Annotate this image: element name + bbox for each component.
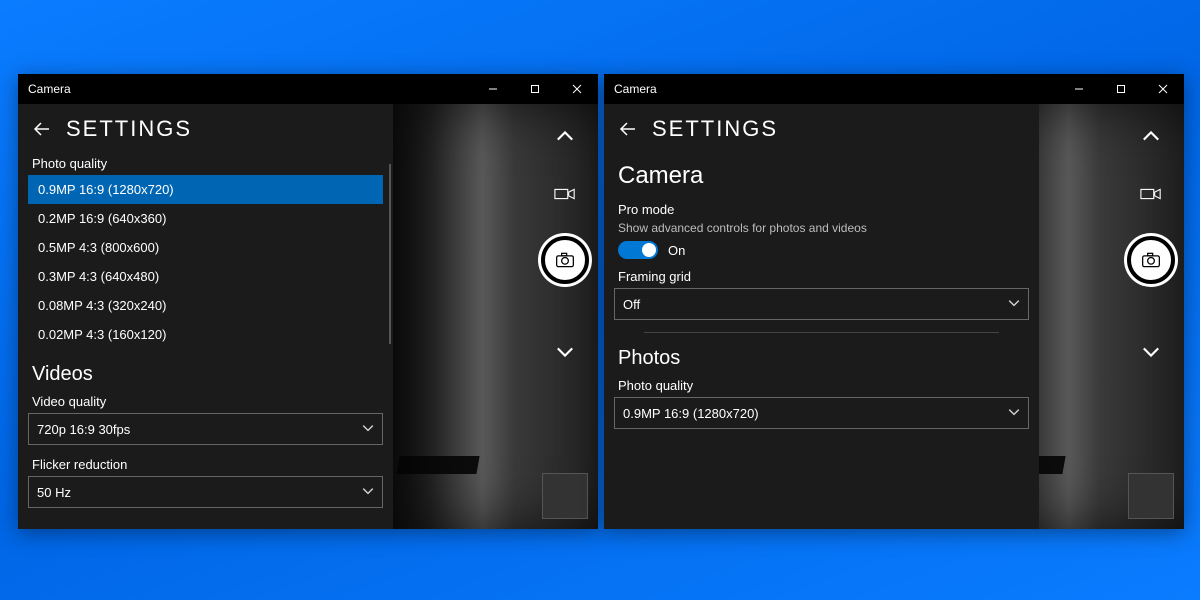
maximize-button[interactable]	[514, 74, 556, 104]
window-controls	[472, 74, 598, 104]
photo-quality-label: Photo quality	[32, 156, 383, 171]
video-mode-icon[interactable]	[1131, 174, 1171, 214]
section-divider	[644, 332, 999, 333]
titlebar: Camera	[18, 74, 598, 104]
photo-quality-option[interactable]: 0.5MP 4:3 (800x600)	[28, 233, 383, 262]
framing-grid-dropdown[interactable]: Off	[614, 288, 1029, 320]
photo-quality-option[interactable]: 0.02MP 4:3 (160x120)	[28, 320, 383, 349]
videos-heading: Videos	[32, 363, 383, 386]
flicker-reduction-dropdown[interactable]: 50 Hz	[28, 476, 383, 508]
pro-mode-state: On	[668, 243, 685, 258]
titlebar: Camera	[604, 74, 1184, 104]
chevron-down-icon[interactable]	[1131, 332, 1171, 372]
photo-quality-label: Photo quality	[618, 378, 1029, 393]
last-capture-thumbnail[interactable]	[542, 473, 588, 519]
pro-mode-toggle[interactable]	[618, 241, 658, 259]
chevron-down-icon	[1008, 406, 1020, 421]
pro-mode-label: Pro mode	[618, 202, 1029, 217]
camera-heading: Camera	[618, 162, 1029, 190]
chevron-down-icon	[1008, 297, 1020, 312]
settings-panel: SETTINGS Photo quality 0.9MP 16:9 (1280x…	[18, 104, 393, 529]
video-quality-label: Video quality	[32, 394, 383, 409]
photo-quality-option[interactable]: 0.3MP 4:3 (640x480)	[28, 262, 383, 291]
minimize-button[interactable]	[1058, 74, 1100, 104]
chevron-up-icon[interactable]	[1131, 116, 1171, 156]
video-mode-icon[interactable]	[545, 174, 585, 214]
framing-grid-value: Off	[623, 297, 640, 312]
video-quality-dropdown[interactable]: 720p 16:9 30fps	[28, 413, 383, 445]
chevron-down-icon	[362, 485, 374, 500]
camera-side-toolbar	[1126, 116, 1176, 519]
chevron-down-icon	[362, 422, 374, 437]
camera-window-right: Camera SETTINGS Camera Pro mode	[604, 74, 1184, 529]
settings-heading: SETTINGS	[66, 116, 192, 142]
flicker-reduction-value: 50 Hz	[37, 485, 71, 500]
settings-heading: SETTINGS	[652, 116, 778, 142]
window-controls	[1058, 74, 1184, 104]
chevron-down-icon[interactable]	[545, 332, 585, 372]
photo-quality-options[interactable]: 0.9MP 16:9 (1280x720) 0.2MP 16:9 (640x36…	[28, 175, 383, 349]
back-button[interactable]	[616, 117, 640, 141]
shutter-button[interactable]	[1127, 236, 1175, 284]
photo-quality-value: 0.9MP 16:9 (1280x720)	[623, 406, 759, 421]
back-button[interactable]	[30, 117, 54, 141]
pro-mode-description: Show advanced controls for photos and vi…	[618, 221, 1029, 235]
minimize-button[interactable]	[472, 74, 514, 104]
maximize-button[interactable]	[1100, 74, 1142, 104]
photo-quality-option[interactable]: 0.2MP 16:9 (640x360)	[28, 204, 383, 233]
window-title: Camera	[614, 82, 657, 96]
flicker-reduction-label: Flicker reduction	[32, 457, 383, 472]
camera-side-toolbar	[540, 116, 590, 519]
settings-panel: SETTINGS Camera Pro mode Show advanced c…	[604, 104, 1039, 529]
last-capture-thumbnail[interactable]	[1128, 473, 1174, 519]
photo-quality-dropdown[interactable]: 0.9MP 16:9 (1280x720)	[614, 397, 1029, 429]
close-button[interactable]	[1142, 74, 1184, 104]
photo-quality-option[interactable]: 0.9MP 16:9 (1280x720)	[28, 175, 383, 204]
video-quality-value: 720p 16:9 30fps	[37, 422, 130, 437]
photo-quality-option[interactable]: 0.08MP 4:3 (320x240)	[28, 291, 383, 320]
scrollbar[interactable]	[389, 164, 391, 344]
chevron-up-icon[interactable]	[545, 116, 585, 156]
framing-grid-label: Framing grid	[618, 269, 1029, 284]
close-button[interactable]	[556, 74, 598, 104]
window-title: Camera	[28, 82, 71, 96]
camera-window-left: Camera SETTINGS Photo quality	[18, 74, 598, 529]
shutter-button[interactable]	[541, 236, 589, 284]
photos-heading: Photos	[618, 347, 1029, 370]
